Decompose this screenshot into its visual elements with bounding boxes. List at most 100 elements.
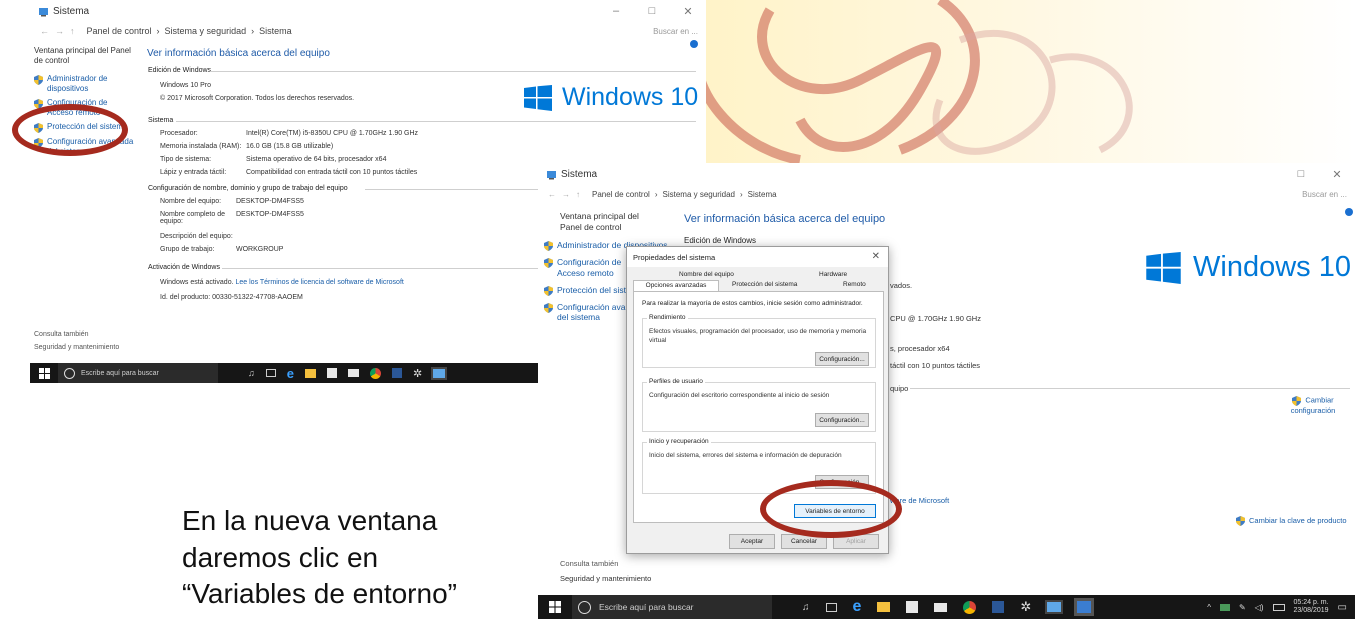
breadcrumb-item[interactable]: Sistema bbox=[259, 26, 292, 36]
license-terms-link[interactable]: Lee los Términos de licencia del softwar… bbox=[236, 279, 404, 286]
left-taskbar-apps: ♫ e ✲ bbox=[248, 366, 446, 381]
start-button[interactable] bbox=[538, 595, 572, 619]
breadcrumb-item[interactable]: Sistema bbox=[748, 190, 777, 199]
divider bbox=[176, 121, 696, 122]
file-explorer-icon[interactable] bbox=[877, 602, 891, 612]
shield-icon bbox=[34, 75, 43, 85]
nav-arrows-icon[interactable]: ←→↑ bbox=[40, 26, 81, 36]
store-icon[interactable] bbox=[326, 368, 337, 378]
nav-home-link[interactable]: Ventana principal del Panel de control bbox=[560, 211, 650, 232]
control-panel-icon[interactable] bbox=[433, 368, 446, 378]
right-breadcrumb: Panel de control › Sistema y seguridad › S… bbox=[592, 189, 777, 199]
name-row: Nombre completo de equipo: DESKTOP-DM4FSS… bbox=[160, 211, 304, 225]
settings-icon[interactable]: ✲ bbox=[1020, 599, 1031, 615]
network-icon[interactable] bbox=[1219, 603, 1230, 611]
dialog-title: Propiedades del sistema bbox=[633, 252, 716, 262]
shield-icon bbox=[544, 285, 553, 296]
see-also-security-link[interactable]: Seguridad y mantenimiento bbox=[560, 571, 651, 586]
tab-remote[interactable]: Remoto bbox=[843, 281, 866, 288]
system-row: Tipo de sistema: Sistema operativo de 64 … bbox=[160, 156, 387, 163]
ok-button[interactable]: Aceptar bbox=[729, 534, 775, 549]
help-icon[interactable] bbox=[1345, 208, 1353, 216]
task-view-icon[interactable] bbox=[265, 369, 276, 377]
breadcrumb-item[interactable]: Sistema y seguridad bbox=[663, 190, 735, 199]
nav-arrows-icon[interactable]: ←→↑ bbox=[548, 190, 586, 199]
nav-home-link[interactable]: Ventana principal del Panel de control bbox=[34, 46, 134, 66]
change-config-link[interactable]: Cambiar configuración bbox=[1273, 395, 1353, 416]
copyright-fragment: vados. bbox=[890, 281, 913, 290]
left-taskbar-search[interactable]: Escribe aquí para buscar bbox=[58, 363, 218, 383]
chrome-icon[interactable] bbox=[369, 367, 381, 379]
performance-settings-button[interactable]: Configuración... bbox=[815, 352, 869, 366]
system-app-icon bbox=[547, 170, 556, 179]
right-taskbar-search[interactable]: Escribe aquí para buscar bbox=[572, 595, 772, 619]
keyboard-icon[interactable] bbox=[1272, 603, 1285, 611]
nav-item-device-manager[interactable]: Administrador de dispositivos bbox=[34, 74, 134, 94]
close-button[interactable]: ✕ bbox=[670, 0, 706, 22]
right-taskbar: Escribe aquí para buscar ♫ e ✲ ^ ✎ ◁) 05… bbox=[538, 595, 1355, 619]
divider bbox=[910, 388, 1350, 389]
see-also-title: Consulta también bbox=[560, 559, 619, 568]
group-label: Perfiles de usuario bbox=[647, 378, 705, 385]
mic-icon[interactable]: ♫ bbox=[248, 368, 255, 378]
right-search-input[interactable]: Buscar en ... bbox=[1302, 190, 1347, 199]
pen-icon[interactable]: ✎ bbox=[1239, 603, 1246, 612]
windows-flag-icon bbox=[524, 84, 552, 111]
mail-icon[interactable] bbox=[934, 602, 948, 612]
task-view-icon[interactable] bbox=[825, 602, 837, 612]
breadcrumb-item[interactable]: Panel de control bbox=[592, 190, 650, 199]
notifications-icon[interactable]: ▭ bbox=[1338, 602, 1347, 613]
mail-icon[interactable] bbox=[347, 369, 359, 377]
settings-icon[interactable]: ✲ bbox=[413, 367, 422, 380]
volume-icon[interactable]: ◁) bbox=[1255, 603, 1264, 612]
edge-icon[interactable]: e bbox=[287, 366, 294, 381]
chrome-icon[interactable] bbox=[963, 600, 977, 614]
product-id: Id. del producto: 00330-51322-47708-AAOE… bbox=[160, 294, 303, 301]
caption-line: “Variables de entorno” bbox=[182, 578, 457, 610]
right-address-bar: ←→↑ Panel de control › Sistema y segurida… bbox=[538, 185, 1355, 203]
word-icon[interactable] bbox=[391, 368, 402, 378]
group-label: Rendimiento bbox=[647, 314, 688, 321]
breadcrumb-item[interactable]: Panel de control bbox=[87, 26, 152, 36]
minimize-button[interactable]: – bbox=[598, 0, 634, 22]
system-row: Lápiz y entrada táctil: Compatibilidad co… bbox=[160, 169, 418, 176]
system-properties-icon[interactable] bbox=[1077, 601, 1092, 613]
name-section-title: Configuración de nombre, dominio y grupo… bbox=[148, 185, 348, 192]
maximize-button[interactable]: □ bbox=[634, 0, 670, 22]
left-address-bar: ←→↑ Panel de control › Sistema y segurida… bbox=[30, 22, 706, 40]
windows-start-icon bbox=[549, 601, 561, 613]
profiles-settings-button[interactable]: Configuración... bbox=[815, 413, 869, 427]
see-also-security-link[interactable]: Seguridad y mantenimiento bbox=[34, 341, 119, 354]
right-window-controls: □ ✕ bbox=[1283, 163, 1355, 185]
name-row: Grupo de trabajo: WORKGROUP bbox=[160, 246, 284, 253]
start-button[interactable] bbox=[30, 363, 58, 383]
change-product-key-link[interactable]: Cambiar la clave de producto bbox=[1236, 515, 1347, 526]
help-icon[interactable] bbox=[690, 40, 698, 48]
word-icon[interactable] bbox=[992, 601, 1005, 613]
tab-hardware[interactable]: Hardware bbox=[819, 271, 847, 278]
tray-chevron-icon[interactable]: ^ bbox=[1207, 603, 1211, 612]
tab-system-protection[interactable]: Protección del sistema bbox=[732, 281, 797, 288]
highlight-circle-advanced-settings bbox=[12, 104, 128, 156]
left-search-input[interactable]: Buscar en ... bbox=[653, 27, 698, 36]
edition-section-title: Edición de Windows bbox=[148, 67, 212, 74]
edition-section-title: Edición de Windows bbox=[684, 236, 757, 245]
clock[interactable]: 05:24 p. m. 23/08/2019 bbox=[1294, 599, 1329, 616]
maximize-button[interactable]: □ bbox=[1283, 163, 1319, 185]
file-explorer-icon[interactable] bbox=[304, 368, 316, 378]
dialog-close-button[interactable]: ✕ bbox=[872, 251, 880, 262]
close-button[interactable]: ✕ bbox=[1319, 163, 1355, 185]
windows-logo-text: Windows 10 bbox=[1193, 251, 1351, 283]
dialog-titlebar: Propiedades del sistema bbox=[627, 247, 888, 267]
edition-name: Windows 10 Pro bbox=[160, 82, 211, 89]
breadcrumb-item[interactable]: Sistema y seguridad bbox=[165, 26, 247, 36]
tab-computer-name[interactable]: Nombre del equipo bbox=[679, 271, 734, 278]
right-page-title: Ver información básica acerca del equipo bbox=[684, 213, 886, 225]
mic-icon[interactable]: ♫ bbox=[802, 602, 810, 613]
caption-line: daremos clic en bbox=[182, 541, 379, 573]
system-section-title: Sistema bbox=[148, 117, 174, 124]
edge-icon[interactable]: e bbox=[853, 598, 862, 616]
store-icon[interactable] bbox=[906, 601, 919, 613]
name-row: Descripción del equipo: bbox=[160, 233, 233, 240]
control-panel-icon[interactable] bbox=[1047, 602, 1062, 612]
